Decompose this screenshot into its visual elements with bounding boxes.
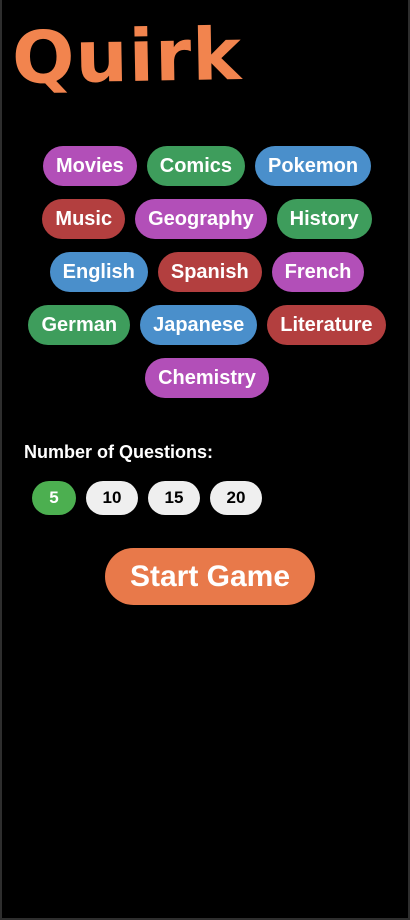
topic-chip-history[interactable]: History (276, 199, 372, 239)
topic-chip-movies[interactable]: Movies (42, 146, 137, 186)
topic-chip-chemistry[interactable]: Chemistry (145, 358, 269, 398)
questions-count-label: Number of Questions: (24, 442, 214, 462)
question-count-10-button[interactable]: 10 (86, 481, 138, 515)
topic-list: Movies Comics Pokemon Music Geography Hi… (2, 146, 410, 398)
topic-chip-japanese[interactable]: Japanese (140, 305, 258, 345)
app-logo: Quirk (11, 12, 243, 100)
topic-chip-pokemon[interactable]: Pokemon (255, 146, 372, 186)
topic-chip-music[interactable]: Music (42, 199, 126, 239)
topic-chip-geography[interactable]: Geography (135, 199, 267, 239)
question-count-selector: 5 10 15 20 (32, 481, 262, 515)
topic-chip-spanish[interactable]: Spanish (157, 252, 262, 292)
start-game-button[interactable]: Start Game (105, 548, 315, 605)
topic-chip-literature[interactable]: Literature (267, 305, 386, 345)
topic-chip-english[interactable]: English (49, 252, 148, 292)
question-count-5-button[interactable]: 5 (32, 481, 76, 515)
question-count-20-button[interactable]: 20 (210, 481, 262, 515)
topic-chip-french[interactable]: French (271, 252, 365, 292)
topic-chip-comics[interactable]: Comics (146, 146, 246, 186)
topic-chip-german[interactable]: German (28, 305, 131, 345)
question-count-15-button[interactable]: 15 (148, 481, 200, 515)
